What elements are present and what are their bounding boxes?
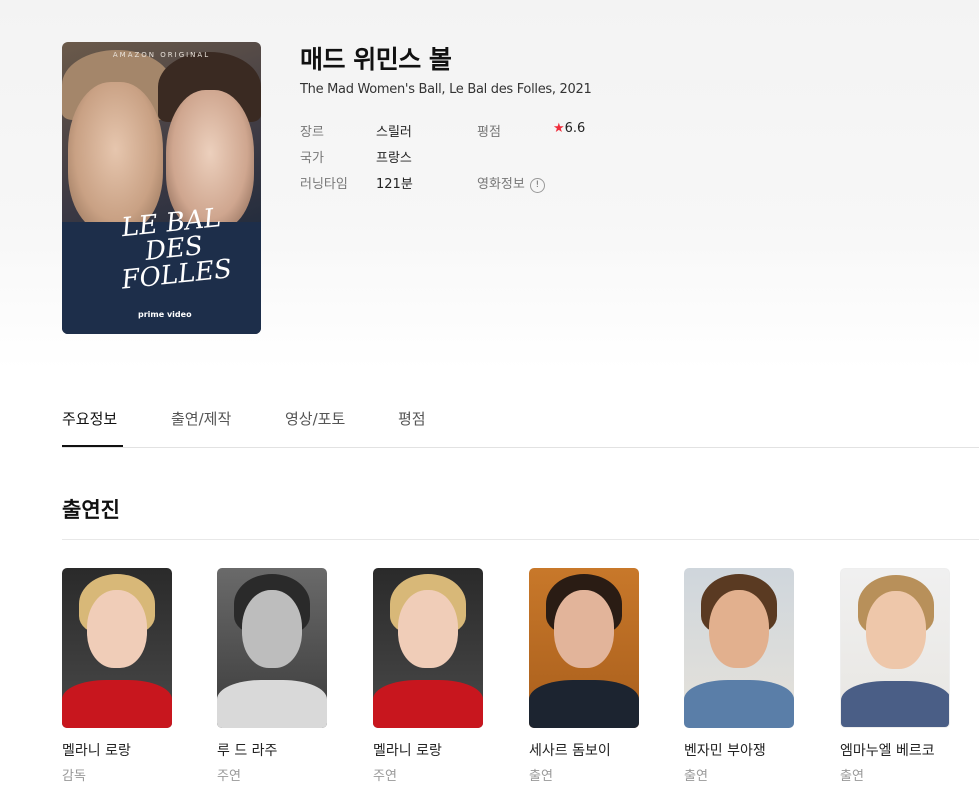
movie-poster[interactable]: AMAZON ORIGINAL LE BAL DES FOLLES prime … bbox=[62, 42, 261, 334]
country-label: 국가 bbox=[300, 151, 324, 166]
photo-body bbox=[62, 680, 172, 728]
cast-photo[interactable] bbox=[529, 568, 639, 728]
country-value: 프랑스 bbox=[376, 151, 412, 166]
star-icon: ★ bbox=[553, 121, 565, 136]
photo-face bbox=[398, 590, 458, 668]
tab-rating[interactable]: 평점 bbox=[398, 408, 426, 429]
rating-value-group: ★6.6 bbox=[553, 121, 585, 136]
photo-body bbox=[217, 680, 327, 728]
poster-top-text: AMAZON ORIGINAL bbox=[112, 51, 211, 59]
tab-cast-crew[interactable]: 출연/제작 bbox=[171, 408, 231, 429]
cast-name[interactable]: 엠마누엘 베르코 bbox=[840, 740, 951, 760]
genre-value: 스릴러 bbox=[376, 125, 412, 140]
cast-photo[interactable] bbox=[840, 568, 950, 728]
cast-section-title: 출연진 bbox=[62, 498, 120, 522]
rating-value: 6.6 bbox=[564, 121, 586, 136]
cast-role: 주연 bbox=[373, 769, 397, 784]
movie-subtitle: The Mad Women's Ball, Le Bal des Folles,… bbox=[300, 82, 592, 97]
runtime-value: 121분 bbox=[376, 177, 413, 192]
poster-brand-text: prime video bbox=[138, 310, 192, 319]
cast-name[interactable]: 멜라니 로랑 bbox=[62, 740, 173, 760]
cast-role: 출연 bbox=[840, 769, 864, 784]
section-divider bbox=[62, 539, 979, 540]
cast-role: 감독 bbox=[62, 769, 86, 784]
tab-main-info[interactable]: 주요정보 bbox=[62, 408, 117, 429]
photo-face bbox=[554, 590, 614, 668]
cast-name[interactable]: 루 드 라주 bbox=[217, 740, 328, 760]
cast-card[interactable]: 루 드 라주 주연 bbox=[217, 568, 328, 784]
movie-title: 매드 위민스 볼 bbox=[300, 45, 452, 74]
genre-label: 장르 bbox=[300, 125, 324, 140]
photo-face bbox=[87, 590, 147, 668]
photo-body bbox=[684, 680, 794, 728]
cast-photo[interactable] bbox=[217, 568, 327, 728]
cast-photo[interactable] bbox=[684, 568, 794, 728]
cast-card[interactable]: 멜라니 로랑 주연 bbox=[373, 568, 484, 784]
cast-photo[interactable] bbox=[373, 568, 483, 728]
cast-role: 출연 bbox=[529, 769, 553, 784]
cast-card[interactable]: 엠마누엘 베르코 출연 bbox=[840, 568, 951, 784]
tabs-divider bbox=[62, 447, 979, 448]
runtime-label: 러닝타임 bbox=[300, 177, 348, 192]
poster-title-text: LE BAL DES FOLLES bbox=[120, 203, 234, 296]
photo-body bbox=[841, 681, 949, 727]
photo-face bbox=[866, 591, 926, 669]
cast-photo[interactable] bbox=[62, 568, 172, 728]
photo-face bbox=[709, 590, 769, 668]
movie-info-link[interactable]: 영화정보! bbox=[477, 173, 545, 193]
tab-video-photo[interactable]: 영상/포토 bbox=[285, 408, 345, 429]
photo-face bbox=[242, 590, 302, 668]
movie-info-label: 영화정보 bbox=[477, 177, 525, 192]
cast-name[interactable]: 벤자민 부아쟁 bbox=[684, 740, 795, 760]
info-icon[interactable]: ! bbox=[529, 177, 545, 193]
cast-name[interactable]: 멜라니 로랑 bbox=[373, 740, 484, 760]
cast-role: 출연 bbox=[684, 769, 708, 784]
photo-body bbox=[373, 680, 483, 728]
cast-role: 주연 bbox=[217, 769, 241, 784]
cast-card[interactable]: 멜라니 로랑 감독 bbox=[62, 568, 173, 784]
cast-card[interactable]: 벤자민 부아쟁 출연 bbox=[684, 568, 795, 784]
rating-label: 평점 bbox=[477, 125, 501, 140]
cast-name[interactable]: 세사르 돔보이 bbox=[529, 740, 640, 760]
cast-card[interactable]: 세사르 돔보이 출연 bbox=[529, 568, 640, 784]
photo-body bbox=[529, 680, 639, 728]
